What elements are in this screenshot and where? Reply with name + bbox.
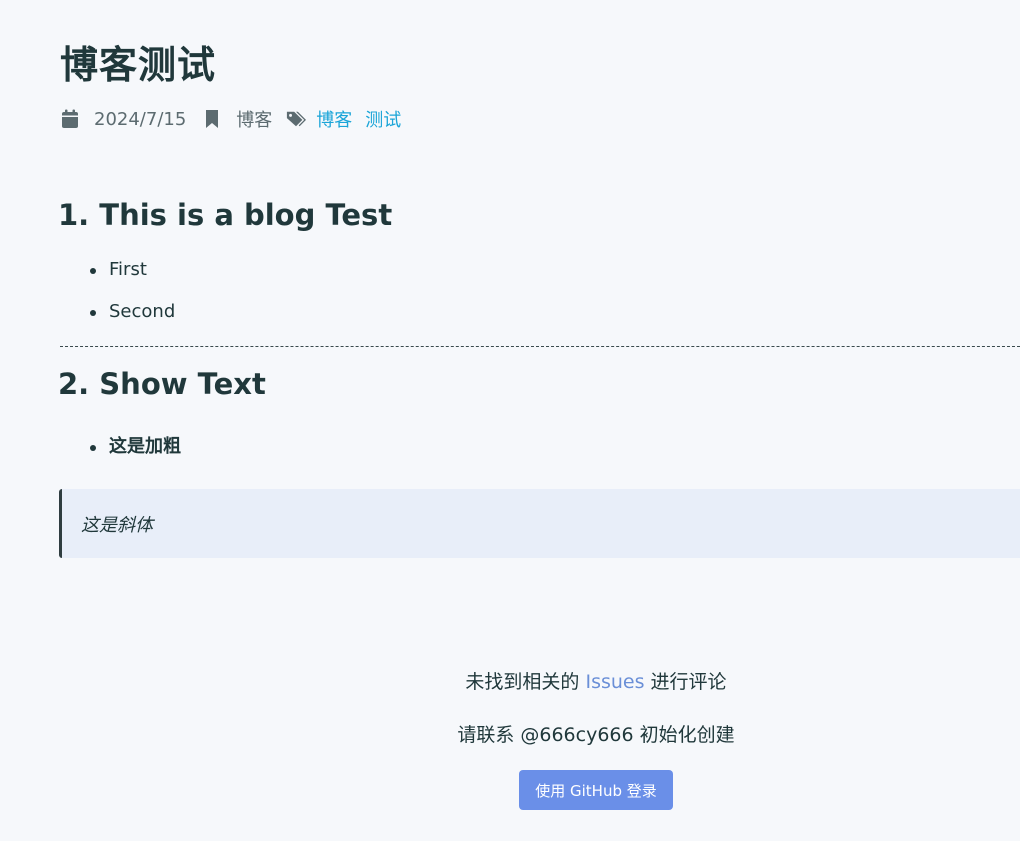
tags-icon	[286, 108, 307, 130]
tag-link[interactable]: 测试	[365, 106, 401, 132]
github-login-button[interactable]: 使用 GitHub 登录	[519, 770, 673, 810]
blockquote-text: 这是斜体	[81, 515, 153, 536]
blockquote: 这是斜体	[59, 489, 1020, 558]
bookmark-icon	[202, 108, 222, 130]
calendar-icon	[60, 108, 80, 130]
list-item: Second	[90, 299, 175, 341]
list-item: 这是加粗	[90, 434, 181, 476]
comment-notice-text: 进行评论	[644, 671, 727, 693]
issues-link[interactable]: Issues	[585, 671, 644, 693]
section-heading: 1. This is a blog Test	[58, 198, 393, 232]
comment-notice: 未找到相关的 Issues 进行评论	[0, 669, 1020, 695]
section-heading: 2. Show Text	[58, 367, 266, 401]
bullet-list: First Second	[90, 257, 175, 341]
post-title: 博客测试	[60, 43, 217, 87]
post-category[interactable]: 博客	[236, 106, 272, 132]
list-item: First	[90, 257, 175, 299]
bullet-list: 这是加粗	[90, 434, 181, 476]
post-tags: 博客 测试	[316, 106, 414, 132]
comment-notice-text: 未找到相关的	[465, 671, 586, 693]
tag-link[interactable]: 博客	[316, 106, 352, 132]
post-date: 2024/7/15	[94, 108, 187, 130]
post-meta: 2024/7/15 博客 博客 测试	[60, 106, 414, 132]
contact-notice: 请联系 @666cy666 初始化创建	[457, 724, 735, 746]
divider	[60, 346, 1020, 347]
